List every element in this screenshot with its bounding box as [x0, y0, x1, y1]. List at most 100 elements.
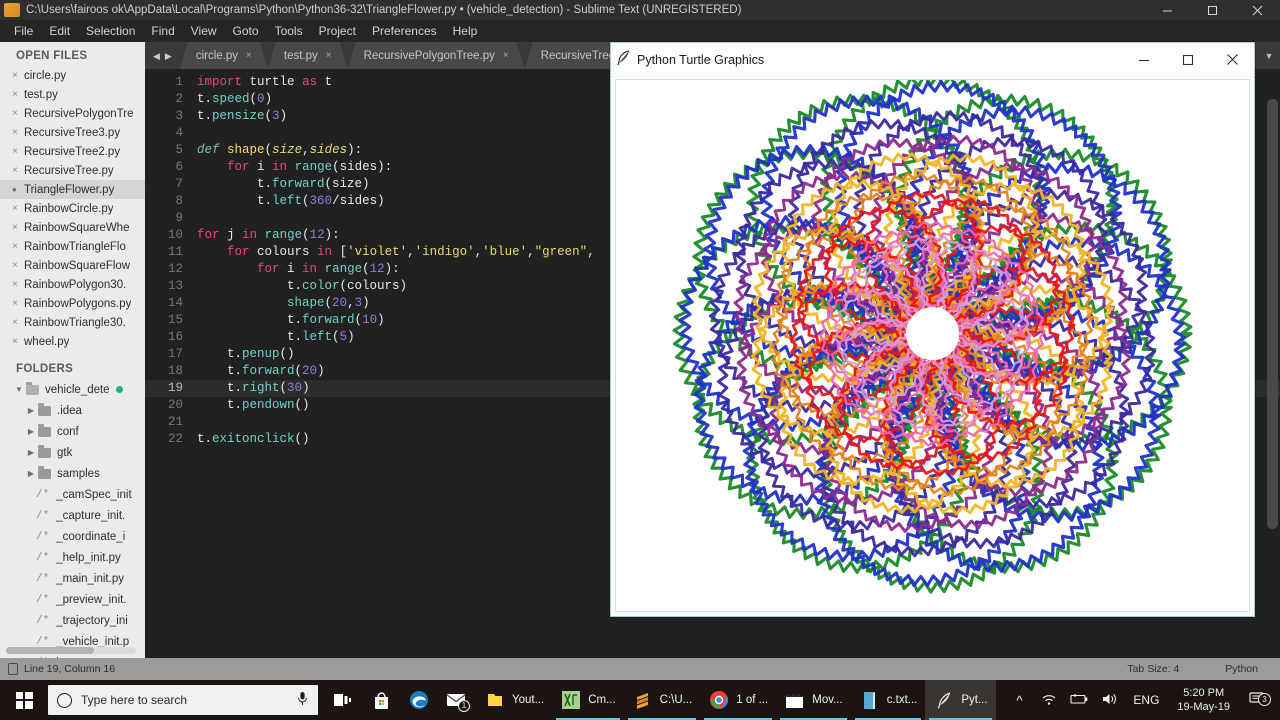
close-file-icon[interactable]: ×: [12, 146, 24, 157]
taskbar-app-edge[interactable]: [400, 680, 438, 720]
close-file-icon[interactable]: ×: [12, 241, 24, 252]
close-file-icon[interactable]: ×: [12, 70, 24, 81]
menu-tools[interactable]: Tools: [267, 22, 311, 40]
project-file-row[interactable]: /* _trajectory_ini: [0, 610, 145, 631]
menu-goto[interactable]: Goto: [225, 22, 267, 40]
editor-tab[interactable]: circle.py ×: [180, 42, 268, 69]
volume-icon[interactable]: [1095, 692, 1123, 709]
close-file-icon[interactable]: ×: [12, 203, 24, 214]
project-file-row[interactable]: /* _help_init.py: [0, 547, 145, 568]
close-file-icon[interactable]: ×: [12, 298, 24, 309]
turtle-maximize-button[interactable]: [1166, 43, 1210, 77]
close-file-icon[interactable]: ×: [12, 336, 24, 347]
start-button[interactable]: [0, 680, 48, 720]
close-file-icon[interactable]: ×: [12, 279, 24, 290]
chevron-right-icon[interactable]: ▶: [24, 427, 38, 436]
open-file-item[interactable]: × wheel.py: [0, 332, 145, 351]
menu-help[interactable]: Help: [445, 22, 486, 40]
taskbar-app-excel[interactable]: Cm...: [552, 680, 623, 720]
open-file-item[interactable]: × RainbowTriangleFlo: [0, 237, 145, 256]
taskbar-app-folder[interactable]: Yout...: [476, 680, 552, 720]
menu-edit[interactable]: Edit: [41, 22, 78, 40]
clock-date[interactable]: 19-May-19: [1177, 700, 1230, 714]
syntax-label[interactable]: Python: [1225, 663, 1258, 675]
taskbar-app-task-view[interactable]: [324, 680, 362, 720]
minimize-button[interactable]: [1145, 0, 1190, 20]
open-file-item[interactable]: × circle.py: [0, 66, 145, 85]
menu-project[interactable]: Project: [311, 22, 364, 40]
chevron-right-icon[interactable]: ▶: [24, 406, 38, 415]
taskbar-app-store[interactable]: [362, 680, 400, 720]
close-file-icon[interactable]: ×: [12, 222, 24, 233]
tab-size-label[interactable]: Tab Size: 4: [1127, 663, 1179, 675]
battery-icon[interactable]: [1065, 693, 1093, 708]
taskbar-app-movie[interactable]: Mov...: [776, 680, 850, 720]
open-file-item[interactable]: × RecursiveTree2.py: [0, 142, 145, 161]
folder-row[interactable]: ▶ conf: [0, 421, 145, 442]
project-file-row[interactable]: /* _camSpec_init: [0, 484, 145, 505]
editor-vertical-scrollbar[interactable]: [1267, 99, 1278, 654]
close-file-icon[interactable]: ×: [12, 108, 24, 119]
language-indicator[interactable]: ENG: [1125, 693, 1167, 707]
tab-next-icon[interactable]: ▶: [165, 51, 172, 62]
tab-close-icon[interactable]: ×: [503, 50, 509, 61]
menu-preferences[interactable]: Preferences: [364, 22, 445, 40]
menu-file[interactable]: File: [6, 22, 41, 40]
open-file-item[interactable]: × RecursiveTree.py: [0, 161, 145, 180]
open-file-item[interactable]: × RainbowPolygons.py: [0, 294, 145, 313]
taskbar-app-notepad[interactable]: c.txt...: [851, 680, 926, 720]
taskbar-app-mail[interactable]: 1: [438, 680, 476, 720]
folder-row[interactable]: ▶ samples: [0, 463, 145, 484]
tab-overflow-icon[interactable]: ▼: [1258, 42, 1280, 69]
microphone-icon[interactable]: [295, 691, 309, 709]
project-file-row[interactable]: /* _capture_init.: [0, 505, 145, 526]
tab-nav-arrows[interactable]: ◀ ▶: [145, 51, 180, 69]
wifi-icon[interactable]: [1035, 692, 1063, 709]
python-turtle-window[interactable]: Python Turtle Graphics: [610, 42, 1255, 617]
close-file-icon[interactable]: ×: [12, 127, 24, 138]
open-file-item[interactable]: × RainbowSquareWhe: [0, 218, 145, 237]
open-file-item[interactable]: • TriangleFlower.py: [0, 180, 145, 199]
chevron-right-icon[interactable]: ▶: [24, 469, 38, 478]
folder-row[interactable]: ▶ .idea: [0, 400, 145, 421]
open-file-item[interactable]: × test.py: [0, 85, 145, 104]
close-file-icon[interactable]: ×: [12, 165, 24, 176]
open-file-item[interactable]: × RecursivePolygonTre: [0, 104, 145, 123]
console-toggle-icon[interactable]: [8, 663, 18, 675]
close-file-icon[interactable]: ×: [12, 89, 24, 100]
menu-find[interactable]: Find: [143, 22, 182, 40]
folder-row[interactable]: ▶ gtk: [0, 442, 145, 463]
open-file-item[interactable]: × RainbowSquareFlow: [0, 256, 145, 275]
taskbar-app-python-feather[interactable]: Pyt...: [925, 680, 996, 720]
taskbar-app-sublime[interactable]: C:\U...: [624, 680, 701, 720]
chevron-down-icon[interactable]: ▼: [12, 385, 26, 394]
turtle-canvas[interactable]: [615, 79, 1250, 612]
project-file-row[interactable]: /* _coordinate_i: [0, 526, 145, 547]
close-file-icon[interactable]: ×: [12, 260, 24, 271]
open-file-item[interactable]: × RainbowPolygon30.: [0, 275, 145, 294]
chevron-right-icon[interactable]: ▶: [24, 448, 38, 457]
open-file-item[interactable]: × RainbowCircle.py: [0, 199, 145, 218]
tab-close-icon[interactable]: ×: [326, 50, 332, 61]
taskbar-app-chrome[interactable]: 1 of ...: [700, 680, 776, 720]
turtle-title-bar[interactable]: Python Turtle Graphics: [611, 43, 1254, 77]
editor-tab[interactable]: RecursivePolygonTree.py ×: [348, 42, 525, 69]
project-file-row[interactable]: /* _main_init.py: [0, 568, 145, 589]
close-file-icon[interactable]: ×: [12, 317, 24, 328]
project-file-row[interactable]: /* _preview_init.: [0, 589, 145, 610]
show-hidden-icons-chevron[interactable]: ^: [1005, 693, 1033, 708]
sidebar-horizontal-scrollbar[interactable]: [6, 647, 136, 654]
tab-prev-icon[interactable]: ◀: [153, 51, 160, 62]
clock-time[interactable]: 5:20 PM: [1177, 686, 1230, 700]
taskbar-search[interactable]: Type here to search: [48, 685, 318, 715]
open-file-item[interactable]: × RecursiveTree3.py: [0, 123, 145, 142]
tab-close-icon[interactable]: ×: [246, 50, 252, 61]
editor-tab[interactable]: test.py ×: [268, 42, 348, 69]
menu-view[interactable]: View: [183, 22, 225, 40]
project-root-row[interactable]: ▼ vehicle_dete: [0, 379, 145, 400]
action-center-icon[interactable]: 3: [1240, 691, 1274, 710]
turtle-close-button[interactable]: [1210, 43, 1254, 77]
menu-selection[interactable]: Selection: [78, 22, 143, 40]
open-file-item[interactable]: × RainbowTriangle30.: [0, 313, 145, 332]
turtle-minimize-button[interactable]: [1122, 43, 1166, 77]
